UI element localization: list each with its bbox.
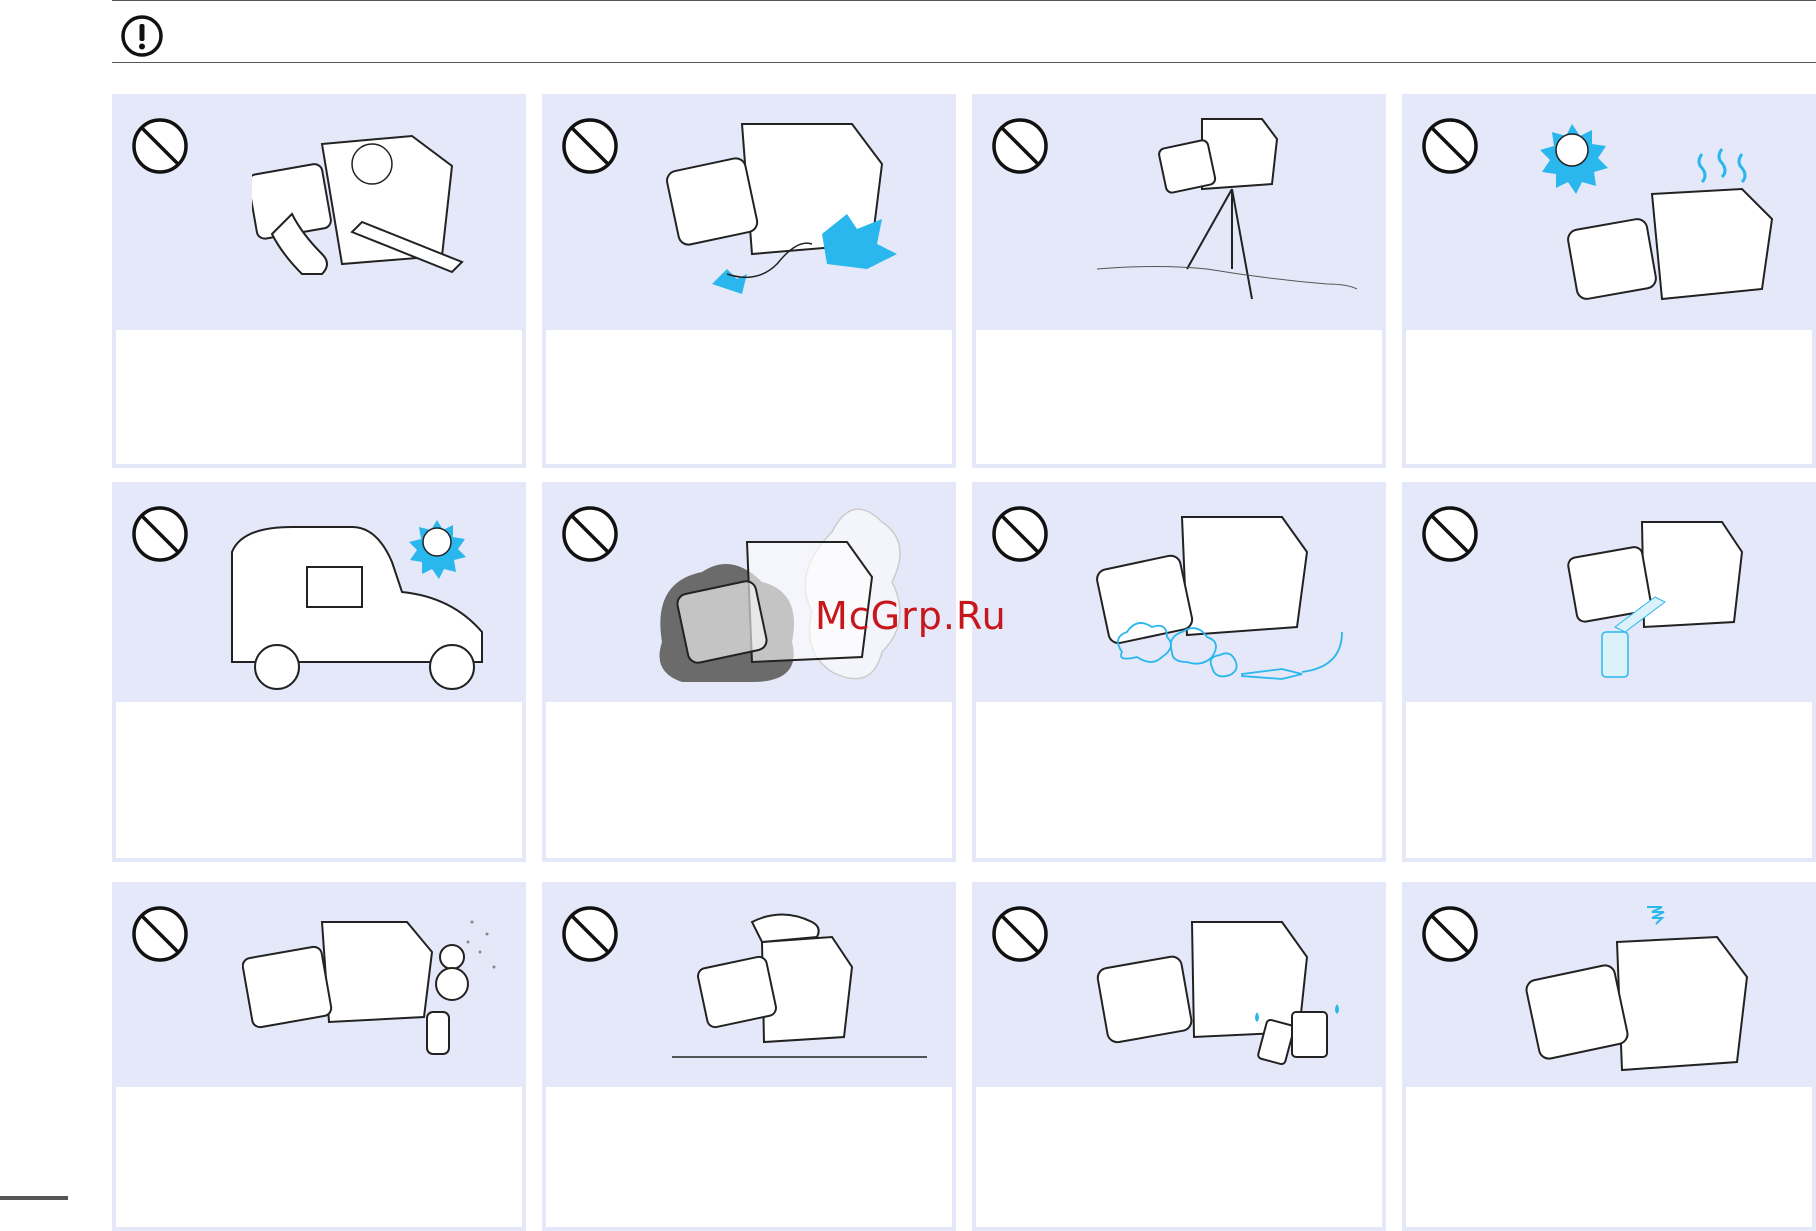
precaution-card — [972, 94, 1386, 468]
precaution-card — [1402, 882, 1816, 1231]
no-hot-car-icon — [231, 520, 483, 690]
precaution-card — [1402, 482, 1816, 862]
precaution-card — [972, 482, 1386, 862]
no-dust-icon — [1096, 516, 1343, 680]
watermark: McGrp.Ru — [815, 594, 1007, 638]
no-shock-icon — [666, 123, 897, 294]
precaution-card — [112, 482, 526, 862]
no-battery-leak-icon — [1096, 921, 1339, 1066]
page-tab-marker — [0, 1196, 68, 1200]
precautions-grid — [112, 94, 1816, 1231]
prohibited-icon — [132, 118, 188, 174]
prohibited-icon — [1422, 506, 1478, 562]
prohibited-icon — [1422, 906, 1478, 962]
header-rule-bottom — [112, 62, 1816, 63]
no-disassemble-icon — [252, 134, 464, 275]
precaution-card — [972, 882, 1386, 1231]
no-unstable-tripod-icon — [1096, 118, 1358, 300]
prohibited-icon — [1422, 118, 1478, 174]
prohibited-icon — [992, 906, 1048, 962]
precaution-card — [112, 882, 526, 1231]
precaution-card — [542, 94, 956, 468]
header-rule-top — [112, 0, 1816, 1]
prohibited-icon — [132, 906, 188, 962]
notice-icon — [121, 15, 163, 57]
no-condensation-icon — [242, 920, 496, 1055]
no-magnetic-field-icon — [1525, 906, 1749, 1072]
prohibited-icon — [562, 118, 618, 174]
prohibited-icon — [132, 506, 188, 562]
precaution-card — [1402, 94, 1816, 468]
no-spray-icon — [1567, 521, 1744, 678]
no-drop-icon — [672, 913, 927, 1058]
prohibited-icon — [992, 506, 1048, 562]
precaution-card — [542, 482, 956, 862]
prohibited-icon — [562, 906, 618, 962]
no-direct-sunlight-icon — [1540, 124, 1774, 301]
precaution-card — [542, 882, 956, 1231]
prohibited-icon — [992, 118, 1048, 174]
precaution-card — [112, 94, 526, 468]
prohibited-icon — [562, 506, 618, 562]
